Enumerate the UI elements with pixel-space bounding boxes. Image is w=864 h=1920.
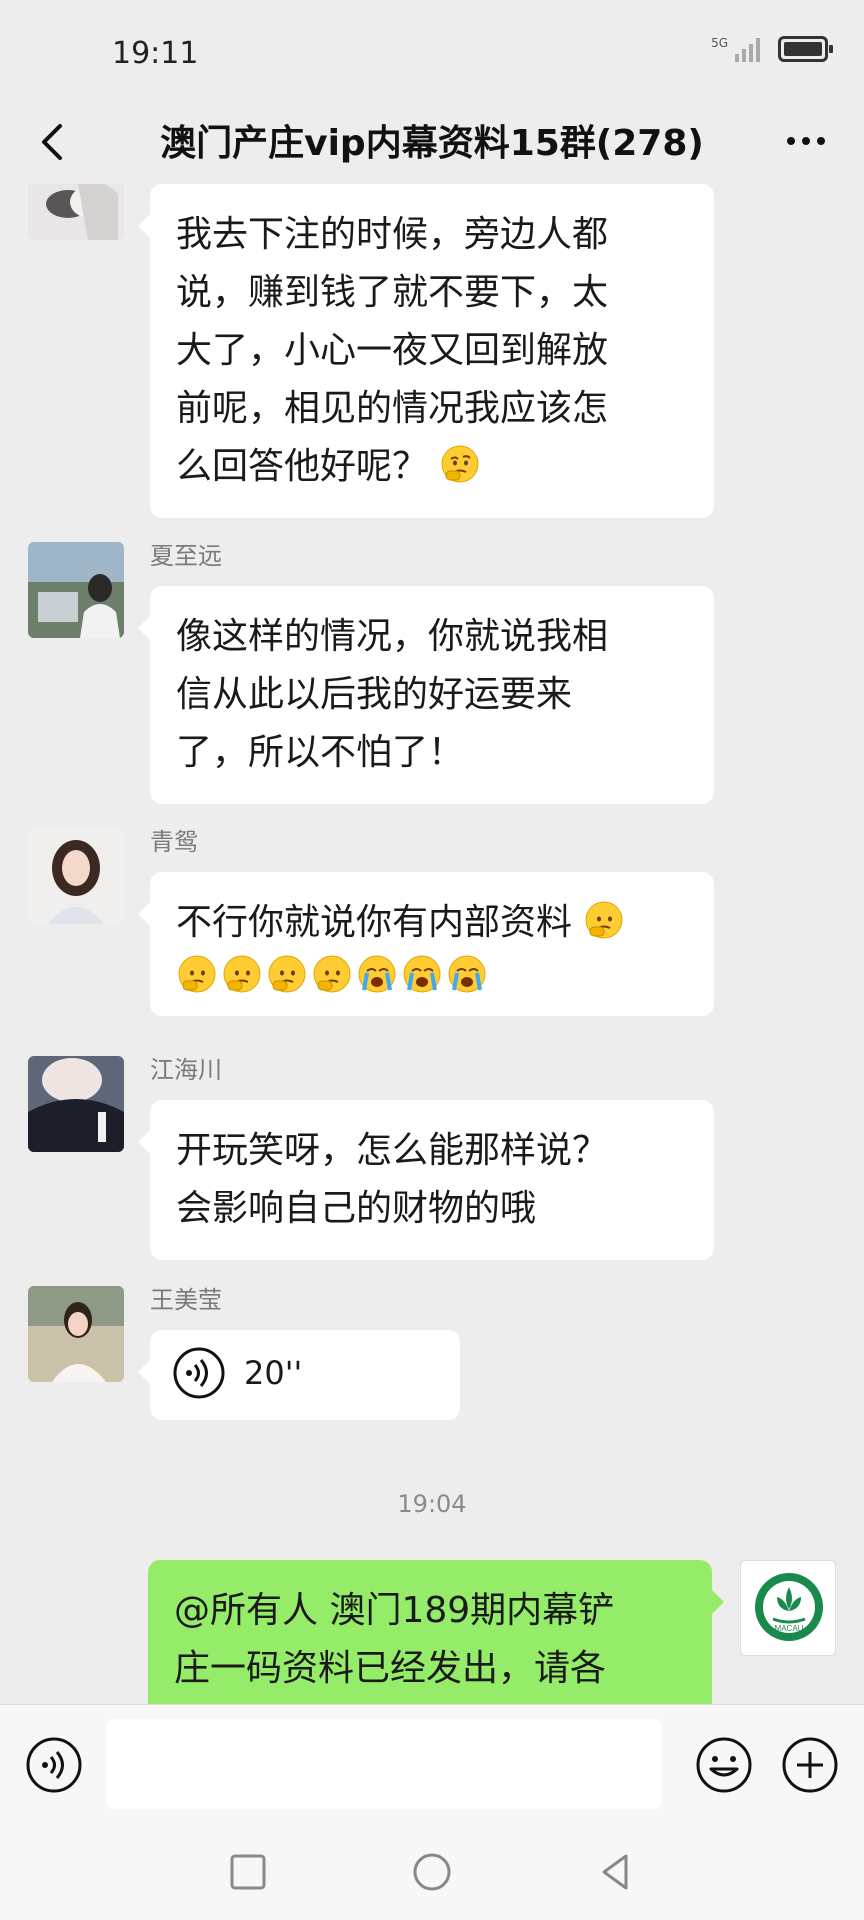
- message-line: 大了，小心一夜又回到解放: [176, 330, 609, 371]
- sender-name: 王美莹: [150, 1286, 222, 1314]
- message-line: @所有人 澳门189期内幕铲: [174, 1590, 615, 1631]
- chat-title: 澳门产庄vip内幕资料15群(278): [160, 123, 704, 164]
- loudly-crying-face-icon: [403, 955, 441, 993]
- thinking-face-icon: [178, 955, 216, 993]
- avatar[interactable]: [28, 542, 124, 638]
- emoji-line: [176, 954, 688, 994]
- voice-message: 20'': [172, 1344, 438, 1402]
- message-list[interactable]: 我去下注的时候，旁边人都 说，赚到钱了就不要下，太 大了，小心一夜又回到解放 前…: [0, 184, 864, 1704]
- thinking-face-icon: [313, 955, 351, 993]
- input-bar: [0, 1704, 864, 1824]
- loudly-crying-face-icon: [448, 955, 486, 993]
- thinking-face-icon: [585, 901, 623, 939]
- message-line: 开玩笑呀，怎么能那样说？: [176, 1130, 609, 1171]
- status-bar: 19:11 5G: [0, 0, 864, 100]
- thinking-face-icon: [223, 955, 261, 993]
- message-line: 庄一码资料已经发出，请各: [174, 1648, 607, 1689]
- back-nav-icon[interactable]: [592, 1848, 640, 1896]
- message-line: 说，赚到钱了就不要下，太: [176, 272, 609, 313]
- message-line: 像这样的情况，你就说我相: [176, 616, 609, 657]
- battery-icon: [778, 36, 833, 62]
- network-type: 5G: [711, 36, 728, 50]
- message-line: 信从此以后我的好运要来: [176, 674, 573, 715]
- message-line: 会影响自己的财物的哦: [176, 1188, 537, 1229]
- avatar[interactable]: [28, 828, 124, 924]
- recent-apps-icon[interactable]: [224, 1848, 272, 1896]
- avatar[interactable]: [28, 184, 124, 240]
- voice-wave-icon: [173, 1347, 225, 1399]
- chat-header: 澳门产庄vip内幕资料15群(278): [0, 100, 864, 184]
- svg-text:MACAU: MACAU: [775, 1624, 804, 1633]
- thinking-face-icon: [268, 955, 306, 993]
- message-bubble[interactable]: 像这样的情况，你就说我相 信从此以后我的好运要来 了，所以不怕了！: [138, 586, 714, 804]
- message-line: 不行你就说你有内部资料: [176, 894, 688, 952]
- message-input[interactable]: [106, 1719, 662, 1809]
- message-line: 么回答他好呢？: [176, 438, 688, 496]
- voice-duration: 20'': [244, 1354, 303, 1392]
- time-divider: 19:04: [397, 1490, 467, 1518]
- message-line: 我去下注的时候，旁边人都: [176, 214, 609, 255]
- sender-name: 夏至远: [150, 542, 222, 570]
- message-line: 了，所以不怕了！: [176, 732, 465, 773]
- thinking-face-icon: [441, 445, 479, 483]
- home-icon[interactable]: [408, 1848, 456, 1896]
- back-arrow-icon[interactable]: [30, 118, 78, 166]
- voice-input-toggle-icon[interactable]: [24, 1735, 84, 1795]
- message-bubble[interactable]: 开玩笑呀，怎么能那样说？ 会影响自己的财物的哦: [138, 1100, 714, 1260]
- avatar[interactable]: [28, 1286, 124, 1382]
- my-message-bubble[interactable]: @所有人 澳门189期内幕铲 庄一码资料已经发出，请各: [148, 1560, 724, 1704]
- cellular-signal-icon: 5G: [711, 36, 760, 62]
- my-avatar[interactable]: MACAU: [740, 1560, 836, 1656]
- more-options-icon[interactable]: [784, 134, 828, 148]
- status-indicators: 5G: [711, 36, 833, 62]
- message-bubble[interactable]: 我去下注的时候，旁边人都 说，赚到钱了就不要下，太 大了，小心一夜又回到解放 前…: [138, 184, 714, 518]
- loudly-crying-face-icon: [358, 955, 396, 993]
- status-time: 19:11: [112, 36, 199, 71]
- message-line: 前呢，相见的情况我应该怎: [176, 388, 609, 429]
- emoji-picker-icon[interactable]: [694, 1735, 754, 1795]
- message-bubble[interactable]: 不行你就说你有内部资料: [138, 872, 714, 1016]
- avatar[interactable]: [28, 1056, 124, 1152]
- sender-name: 江海川: [150, 1056, 222, 1084]
- system-nav-bar: [0, 1824, 864, 1920]
- sender-name: 青鸳: [150, 828, 198, 856]
- voice-message-bubble[interactable]: 20'': [138, 1330, 460, 1420]
- plus-icon[interactable]: [780, 1735, 840, 1795]
- macau-emblem-icon: MACAU: [741, 1561, 835, 1655]
